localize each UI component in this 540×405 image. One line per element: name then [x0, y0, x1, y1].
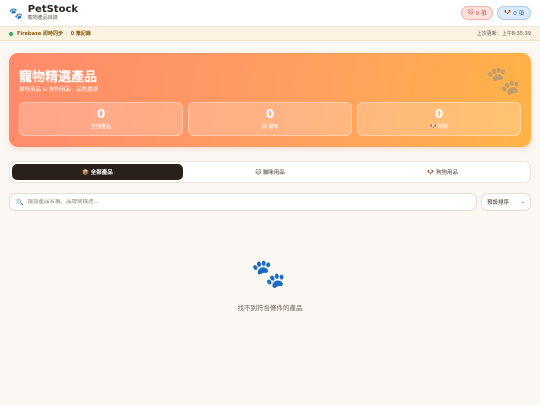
- tab-cat-products[interactable]: 🐱 貓咪用品: [185, 164, 356, 180]
- sync-separator: ·: [66, 30, 68, 37]
- chevron-down-icon: ⌄: [520, 199, 525, 205]
- stat-card-cat: 0 🐱 貓咪: [188, 102, 352, 136]
- brand-subtitle: 寵物產品目錄: [27, 15, 58, 22]
- header-counts: 🐱 0 項 🐶 0 項: [460, 6, 531, 20]
- sync-status-dot: [9, 31, 13, 36]
- dog-count-badge[interactable]: 🐶 0 項: [497, 6, 531, 20]
- stat-value: 0: [96, 107, 106, 121]
- category-tabs: 📦 全部產品 🐱 貓咪用品 🐶 狗狗用品: [9, 161, 531, 183]
- tab-dog-products[interactable]: 🐶 狗狗用品: [357, 164, 528, 180]
- empty-state-message: 找不到符合條件的產品: [237, 304, 303, 312]
- dog-count-label: 0 項: [513, 11, 524, 17]
- stat-card-all: 0 全部產品: [19, 102, 183, 136]
- sync-status: Firebase 即時同步: [17, 31, 64, 37]
- search-icon: 🔍: [16, 198, 24, 206]
- app-header: 🐾 PetStock 寵物產品目錄 🐱 0 項 🐶 0 項: [0, 0, 540, 27]
- cat-count-badge[interactable]: 🐱 0 項: [460, 6, 494, 20]
- stat-label: 全部產品: [90, 124, 111, 130]
- brand: PetStock 寵物產品目錄: [27, 3, 79, 22]
- stat-value: 0: [434, 107, 444, 121]
- stat-label: 🐶 狗狗: [430, 124, 448, 130]
- sync-record-count: 0 筆記錄: [70, 31, 91, 37]
- stat-card-dog: 0 🐶 狗狗: [357, 102, 521, 136]
- stat-value: 0: [265, 107, 275, 121]
- dog-icon: 🐶: [504, 10, 512, 16]
- paw-icon: 🐾: [486, 64, 521, 97]
- search-input[interactable]: [27, 199, 470, 205]
- stat-label: 🐱 貓咪: [261, 124, 279, 130]
- tab-all-products[interactable]: 📦 全部產品: [12, 164, 183, 180]
- sort-select[interactable]: 預設排序 ⌄: [481, 193, 531, 211]
- hero-title: 寵物精選產品: [19, 70, 98, 85]
- sync-bar: Firebase 即時同步 · 0 筆記錄 上次更新：上午8:35:39: [0, 27, 540, 41]
- cat-count-label: 0 項: [475, 11, 487, 17]
- sort-selected-label: 預設排序: [487, 200, 510, 206]
- last-updated: 上次更新：上午8:35:39: [476, 31, 531, 37]
- hero-banner: 寵物精選產品 貓咪用品 & 狗狗用品・品質嚴選 🐾 0 全部產品 0 🐱 貓咪 …: [9, 53, 531, 147]
- cat-icon: 🐱: [467, 10, 474, 16]
- search-box: 🔍: [9, 193, 477, 211]
- brand-title: PetStock: [27, 3, 79, 15]
- hero-subtitle: 貓咪用品 & 狗狗用品・品質嚴選: [19, 87, 99, 93]
- paw-icon: 🐾: [251, 257, 286, 290]
- paw-icon: 🐾: [9, 6, 23, 20]
